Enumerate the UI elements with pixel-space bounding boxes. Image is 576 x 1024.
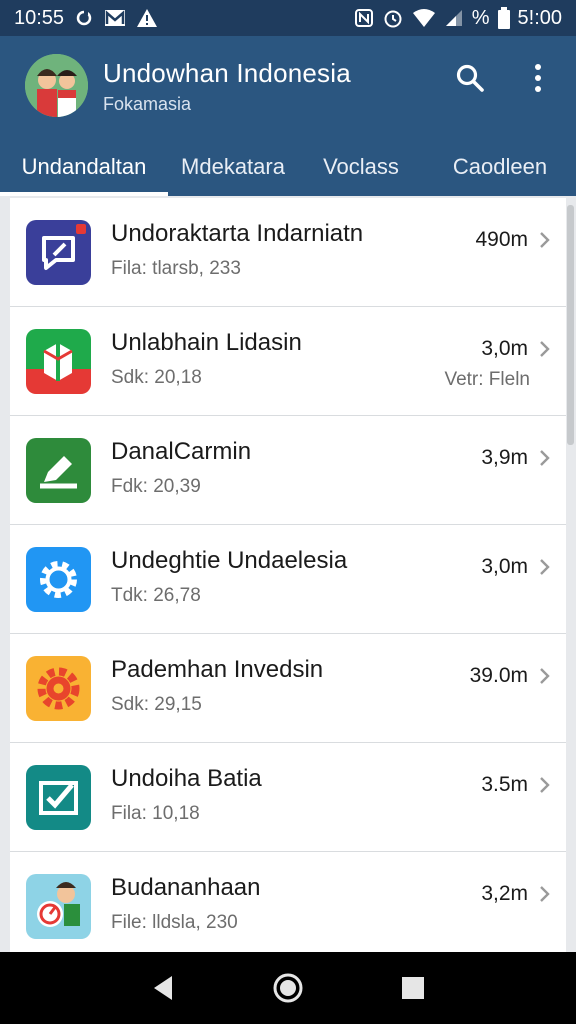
item-subtitle: Fdk: 20,39: [111, 476, 201, 497]
item-size: 3,2m: [481, 882, 528, 905]
item-title: Unlabhain Lidasin: [111, 329, 302, 356]
cog-icon: [26, 656, 91, 721]
status-clock-right: 5!:00: [517, 6, 562, 29]
battery-percent: %: [471, 6, 490, 29]
chevron-right-icon: [540, 559, 550, 575]
item-size: 3,9m: [481, 446, 528, 469]
more-vert-icon: [533, 63, 543, 98]
item-subtitle: Fila: tlarsb, 233: [111, 258, 241, 279]
item-size: 3.5m: [481, 773, 528, 796]
app-title: Undowhan Indonesia: [103, 58, 351, 88]
game-icon: [26, 874, 91, 939]
chevron-right-icon: [540, 886, 550, 902]
back-button[interactable]: [143, 968, 183, 1008]
chevron-right-icon: [540, 341, 550, 357]
item-title: Budananhaan: [111, 874, 261, 901]
edit-icon: [26, 438, 91, 503]
recents-button[interactable]: [393, 968, 433, 1008]
chevron-right-icon: [540, 232, 550, 248]
more-options-button[interactable]: [518, 60, 558, 100]
chevron-right-icon: [540, 777, 550, 793]
status-time: 10:55: [14, 6, 65, 29]
list-item[interactable]: Undoraktarta Indarniatn Fila: tlarsb, 23…: [10, 198, 566, 307]
tab-bar: Undandaltan Mdekatara Voclass Caodleen: [0, 138, 576, 196]
warning-icon: [136, 8, 158, 28]
gear-icon: [26, 547, 91, 612]
chevron-right-icon: [540, 450, 550, 466]
wifi-icon: [412, 8, 436, 28]
list-item[interactable]: Undeghtie Undaelesia Tdk: 26,78 3,0m: [10, 525, 566, 634]
tab-voclass[interactable]: Voclass: [298, 138, 424, 196]
map-icon: [26, 329, 91, 394]
item-title: DanalCarmin: [111, 438, 252, 465]
item-subtitle: Sdk: 29,15: [111, 694, 202, 715]
item-title: Undoraktarta Indarniatn: [111, 220, 364, 247]
item-subtitle: Fila: 10,18: [111, 803, 200, 824]
avatar[interactable]: [25, 54, 88, 117]
search-button[interactable]: [450, 60, 490, 100]
item-title: Undeghtie Undaelesia: [111, 547, 348, 574]
chat-icon: [26, 220, 91, 285]
item-subtitle: File: lldsla, 230: [111, 912, 238, 933]
item-size: 39.0m: [469, 664, 528, 687]
list-item[interactable]: Undoiha Batia Fila: 10,18 3.5m: [10, 743, 566, 852]
item-extra: Vetr: Fleln: [444, 369, 530, 390]
app-subtitle: Fokamasia: [103, 94, 192, 114]
item-size: 3,0m: [481, 555, 528, 578]
item-subtitle: Tdk: 26,78: [111, 585, 201, 606]
tab-caodleen[interactable]: Caodleen: [424, 138, 576, 196]
alarm-icon: [382, 7, 404, 29]
list-item[interactable]: DanalCarmin Fdk: 20,39 3,9m: [10, 416, 566, 525]
battery-icon: [497, 7, 510, 29]
back-icon: [153, 976, 172, 1000]
mail-icon: [104, 8, 126, 28]
home-icon: [273, 973, 303, 1003]
checklist-icon: [26, 765, 91, 830]
item-title: Pademhan Invedsin: [111, 656, 324, 683]
tab-mdekatara[interactable]: Mdekatara: [168, 138, 298, 196]
app-list: Undoraktarta Indarniatn Fila: tlarsb, 23…: [10, 198, 566, 952]
sync-icon: [74, 8, 94, 28]
list-item[interactable]: Unlabhain Lidasin Sdk: 20,18 3,0m Vetr: …: [10, 307, 566, 416]
list-item[interactable]: Pademhan Invedsin Sdk: 29,15 39.0m: [10, 634, 566, 743]
search-icon: [455, 63, 485, 98]
signal-icon: [444, 8, 464, 28]
item-size: 3,0m: [481, 337, 528, 360]
item-title: Undoiha Batia: [111, 765, 262, 792]
item-size: 490m: [475, 228, 528, 251]
navigation-bar: [0, 952, 576, 1024]
nfc-icon: [354, 8, 374, 28]
recents-icon: [402, 977, 425, 999]
item-subtitle: Sdk: 20,18: [111, 367, 202, 388]
home-button[interactable]: [268, 968, 308, 1008]
list-item[interactable]: Budananhaan File: lldsla, 230 3,2m: [10, 852, 566, 952]
scrollbar[interactable]: [567, 205, 574, 445]
status-bar: 10:55 % 5!:00: [0, 0, 576, 36]
app-bar: Undowhan Indonesia Fokamasia Undandaltan…: [0, 36, 576, 196]
chevron-right-icon: [540, 668, 550, 684]
tab-undandaltan[interactable]: Undandaltan: [0, 138, 168, 196]
